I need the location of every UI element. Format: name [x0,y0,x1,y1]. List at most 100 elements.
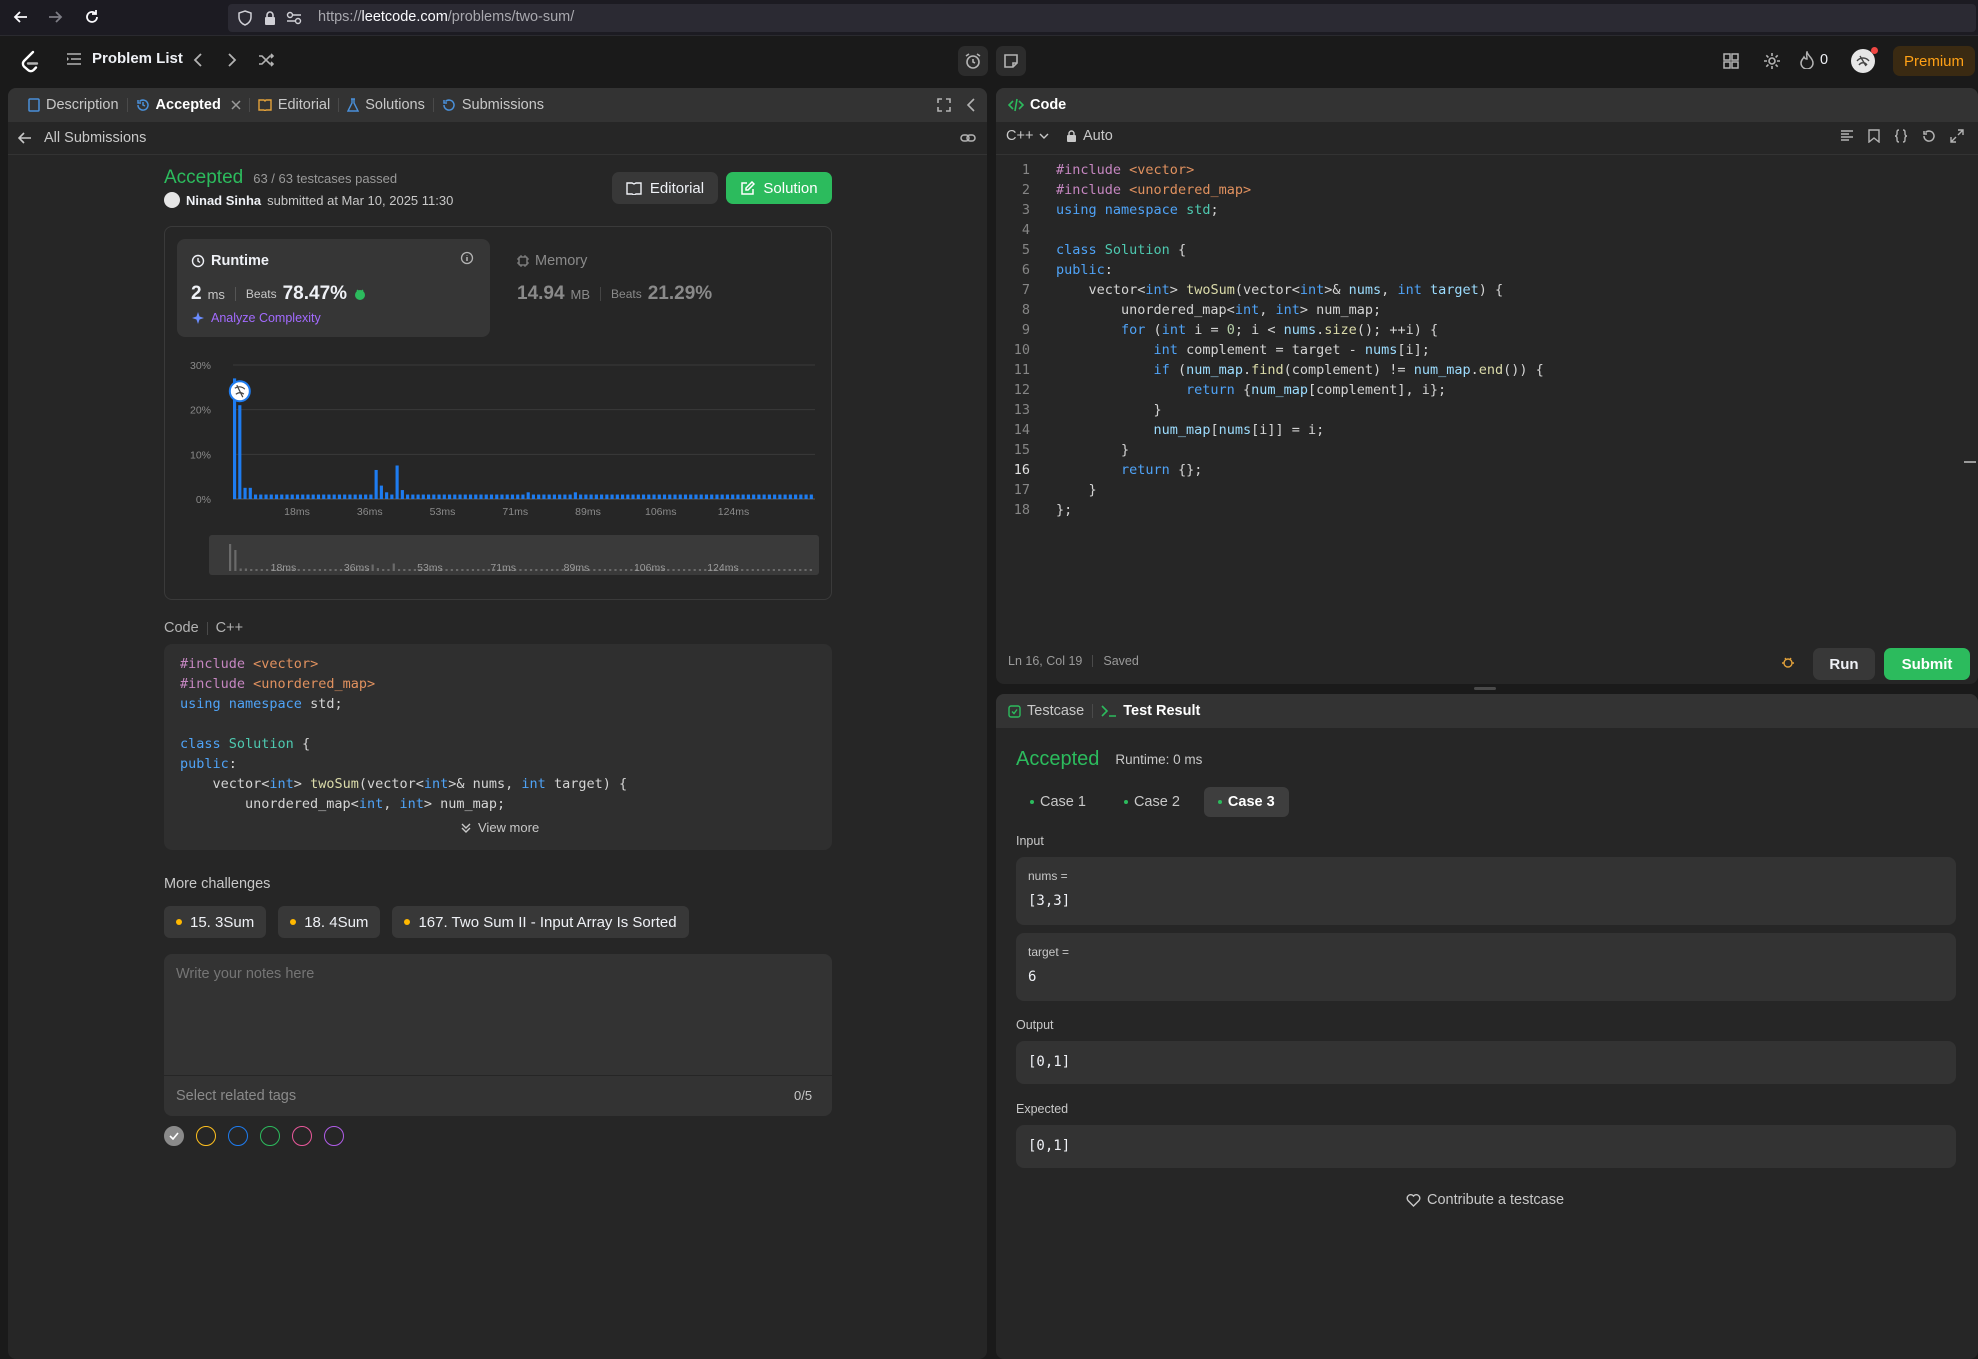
url-bar[interactable]: https://leetcode.com/problems/two-sum/ [228,4,1976,32]
reload-icon[interactable] [83,8,101,26]
auto-mode-toggle[interactable]: Auto [1066,128,1113,144]
layout-grid-icon[interactable] [1722,52,1740,70]
format-icon[interactable] [1840,130,1854,142]
tab-submissions[interactable]: Submissions [434,88,552,122]
distribution-bar [668,494,672,499]
runtime-card[interactable]: Runtime 2 ms Beats 78.47% Analyze Comple… [177,239,490,337]
editorial-button-label: Editorial [649,179,705,197]
notes-input[interactable] [164,954,832,1074]
tab-solutions[interactable]: Solutions [339,88,433,122]
tag-color-option[interactable] [324,1126,344,1146]
submitter-name[interactable]: Ninad Sinha [186,193,261,208]
distribution-bar [521,494,525,499]
shuffle-icon[interactable] [257,51,275,69]
range-selector-bar [545,569,548,571]
distribution-bar [406,494,410,499]
bookmark-icon[interactable] [1868,129,1880,143]
tag-color-option[interactable] [260,1126,280,1146]
distribution-bar [442,494,446,499]
distribution-bar [552,494,556,499]
shield-icon[interactable] [237,10,253,26]
tab-code[interactable]: Code [1008,88,1074,122]
timer-button[interactable] [958,46,988,76]
share-link-icon[interactable] [960,132,976,144]
range-selector-bar [234,550,237,571]
challenge-chip[interactable]: 15. 3Sum [164,906,267,938]
url-text[interactable]: https://leetcode.com/problems/two-sum/ [318,9,574,25]
panel-resize-handle[interactable] [1474,687,1496,690]
distribution-bar [343,494,347,499]
tags-select[interactable]: Select related tags [176,1088,296,1104]
expand-icon[interactable] [1950,129,1964,143]
forward-arrow-icon[interactable] [46,8,64,26]
case-tab-2[interactable]: Case 2 [1110,787,1194,817]
debug-icon[interactable] [1780,654,1796,670]
avatar[interactable] [1851,47,1878,73]
view-more-button[interactable]: View more [460,820,539,835]
code-editor-panel: Code C++ Auto 1 2 3 4 5 6 7 8 9 10 11 12 13 14 15 16 17 1… [996,88,1978,684]
tag-color-option[interactable] [196,1126,216,1146]
case-tab-3[interactable]: Case 3 [1203,787,1289,817]
tab-testcase[interactable]: Testcase [1008,694,1092,728]
beats-label: Beats [245,287,277,301]
distribution-bar [374,469,378,499]
case-tab-1[interactable]: Case 1 [1016,787,1100,817]
reset-icon[interactable] [1922,129,1936,143]
tag-color-option[interactable] [228,1126,248,1146]
editorial-button[interactable]: Editorial [612,172,718,204]
code-editor[interactable]: #include <vector> #include <unordered_ma… [1056,160,1956,520]
scrollbar-marker[interactable] [1964,461,1976,463]
streak-counter[interactable]: 0 [1800,51,1828,69]
contribute-testcase-link[interactable]: Contribute a testcase [1406,1192,1564,1208]
flask-icon [347,98,360,112]
code-line: } [1056,442,1130,458]
all-submissions-link[interactable]: All Submissions [18,130,146,146]
language-select[interactable]: C++ [1006,128,1049,144]
code-line: int complement = target - nums[i]; [1153,342,1430,358]
run-button[interactable]: Run [1813,648,1875,680]
settings-gear-icon[interactable] [1762,51,1782,71]
leetcode-logo-icon[interactable] [20,50,40,74]
tag-color-option[interactable] [164,1126,184,1146]
lock-icon[interactable] [263,10,277,26]
info-icon[interactable] [460,251,474,265]
site-permissions-icon[interactable] [286,11,302,25]
lock-icon [1066,129,1077,143]
distribution-bar [238,405,242,499]
tab-description[interactable]: Description [20,88,127,122]
prev-problem-icon[interactable] [192,52,204,68]
tab-test-result[interactable]: Test Result [1093,694,1208,728]
submit-button[interactable]: Submit [1884,648,1970,680]
tag-color-option[interactable] [292,1126,312,1146]
challenge-chip[interactable]: 167. Two Sum II - Input Array Is Sorted [392,906,689,938]
back-arrow-icon[interactable] [12,8,30,26]
case-tab-label: Case 1 [1040,794,1086,810]
tab-editorial[interactable]: Editorial [250,88,338,122]
maximize-icon[interactable] [936,97,952,113]
premium-button[interactable]: Premium [1893,46,1975,76]
code-brackets-icon [1008,98,1024,112]
analyze-complexity-link[interactable]: Analyze Complexity [191,311,321,325]
range-selector-bar [672,569,675,571]
solution-button[interactable]: Solution [726,172,832,204]
notes-button[interactable] [996,46,1026,76]
memory-card[interactable]: Memory 14.94 MB Beats 21.29% [503,239,821,337]
runtime-distribution-chart[interactable]: 30% 20% 10% 0% 18ms 36ms 53ms 71ms 89ms 106ms 124m… [165,347,833,599]
distribution-bar [636,494,640,499]
problem-list-link[interactable]: Problem List [66,50,183,67]
distribution-bar [463,494,467,499]
tab-accepted[interactable]: Accepted [128,88,249,122]
challenge-label: 167. Two Sum II - Input Array Is Sorted [418,913,677,931]
range-tick-label: 124ms [707,562,739,574]
collapse-left-icon[interactable] [966,98,976,112]
braces-icon[interactable] [1894,129,1908,143]
challenge-chip[interactable]: 18. 4Sum [278,906,381,938]
book-icon [626,181,642,195]
range-selector-bar [229,544,232,571]
next-problem-icon[interactable] [226,52,238,68]
line-number: 4 [1021,222,1030,238]
runtime-value: 2 [191,283,202,304]
close-tab-icon[interactable] [231,100,241,110]
line-number: 17 [1013,482,1030,498]
distribution-bar [337,494,342,499]
